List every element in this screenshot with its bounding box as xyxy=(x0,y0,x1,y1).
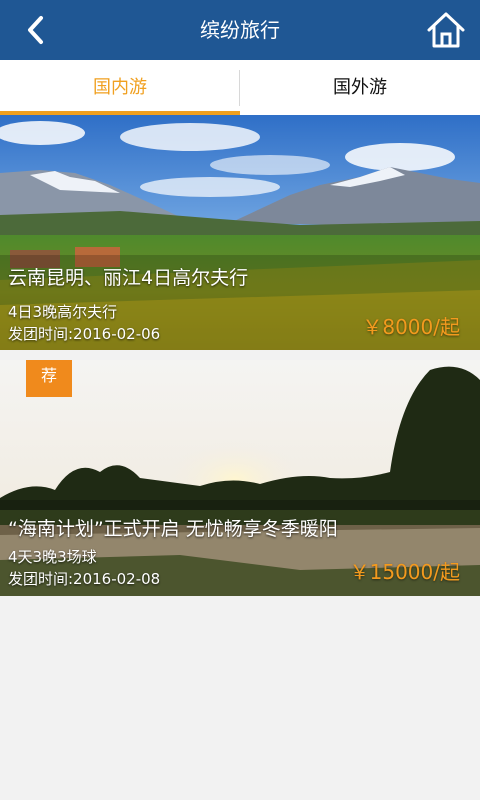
recommended-badge: 荐 xyxy=(26,360,72,397)
home-button[interactable] xyxy=(424,8,468,52)
tour-subtitle: 4日3晚高尔夫行 xyxy=(8,303,118,321)
tour-departure-date: 发团时间:2016-02-06 xyxy=(8,325,161,343)
home-icon xyxy=(427,12,465,48)
tour-title: “海南计划”正式开启 无忧畅享冬季暖阳 xyxy=(8,518,338,540)
tour-card[interactable]: 荐 “海南计划”正式开启 无忧畅享冬季暖阳 4天3晚3场球 发团时间:2016-… xyxy=(0,360,480,596)
page-title: 缤纷旅行 xyxy=(200,18,280,42)
tour-card[interactable]: 云南昆明、丽江4日高尔夫行 4日3晚高尔夫行 发团时间:2016-02-06 ￥… xyxy=(0,115,480,350)
tour-price: ￥15000/起 xyxy=(349,560,460,584)
tour-title: 云南昆明、丽江4日高尔夫行 xyxy=(8,267,249,289)
tab-overseas[interactable]: 国外游 xyxy=(240,60,480,115)
tab-domestic[interactable]: 国内游 xyxy=(0,60,240,115)
app-bar: 缤纷旅行 xyxy=(0,0,480,60)
tour-price: ￥8000/起 xyxy=(362,315,460,339)
tab-bar: 国内游 国外游 xyxy=(0,60,480,115)
tour-subtitle: 4天3晚3场球 xyxy=(8,548,97,566)
tour-departure-date: 发团时间:2016-02-08 xyxy=(8,570,161,588)
